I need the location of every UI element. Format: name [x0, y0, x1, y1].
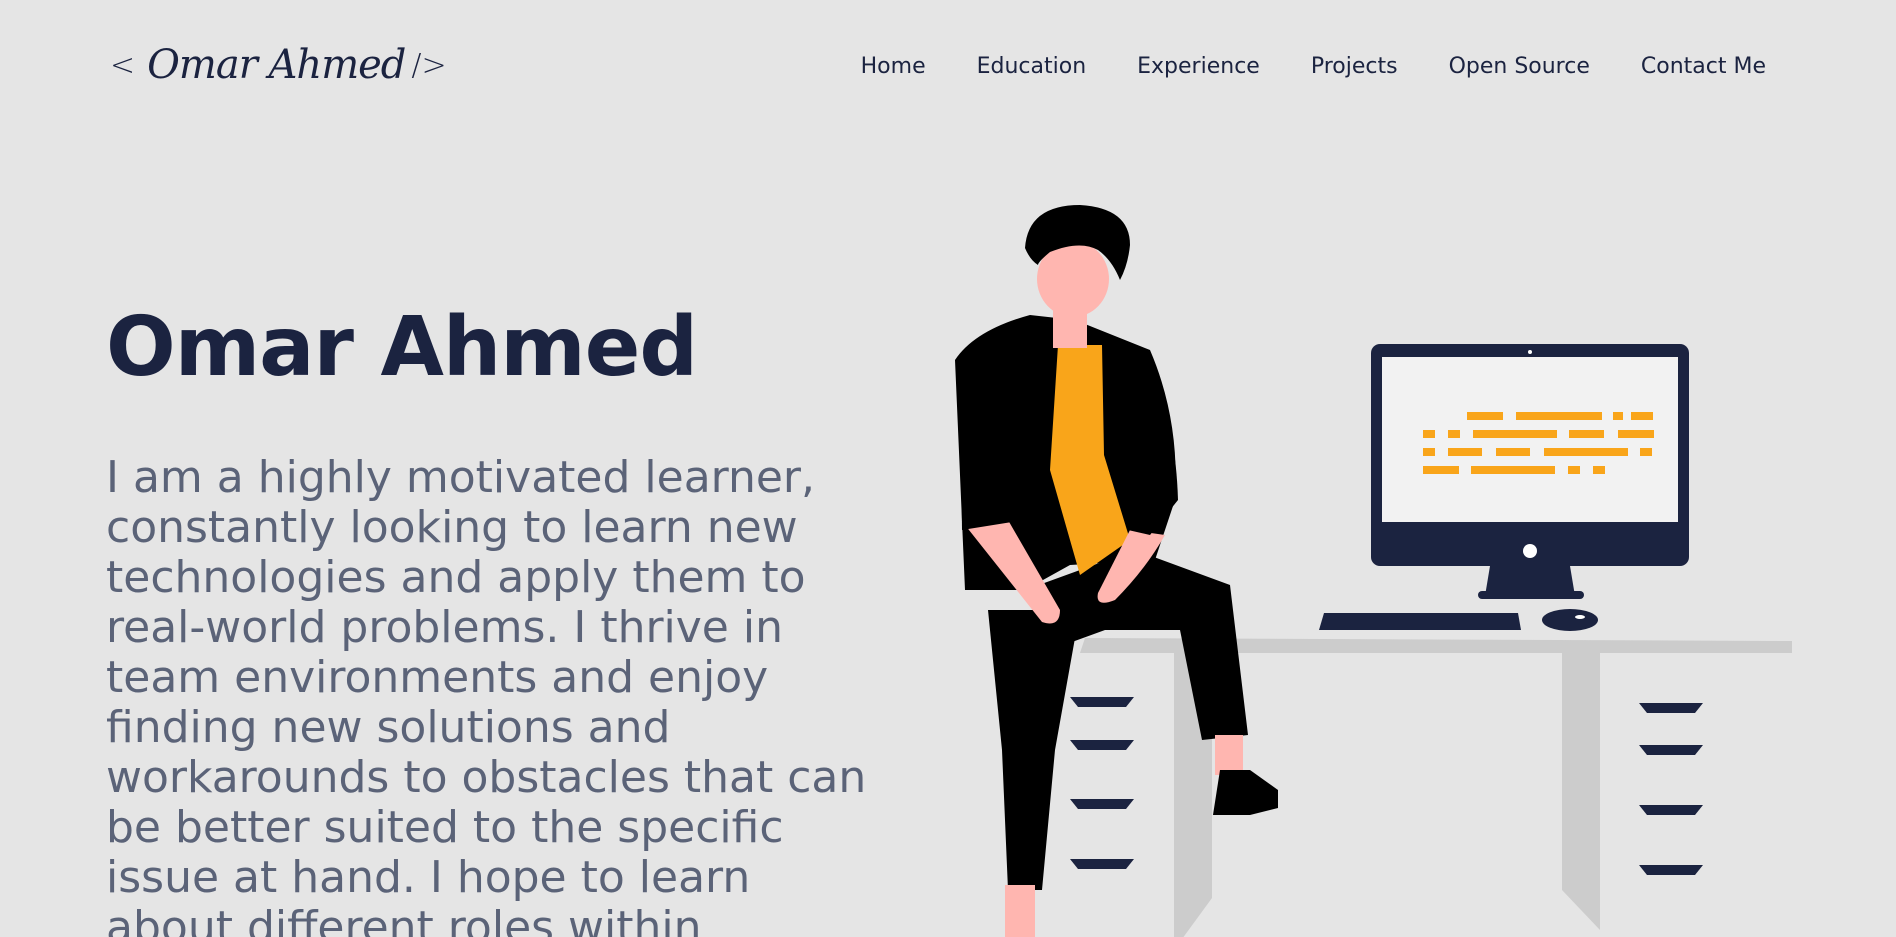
nav-education[interactable]: Education [977, 50, 1087, 84]
desk-leg-right [1562, 653, 1600, 930]
hero-title: Omar Ahmed [106, 300, 698, 395]
nav-experience[interactable]: Experience [1137, 50, 1260, 84]
drawer-handle [1070, 697, 1134, 707]
keyboard [1319, 613, 1521, 630]
logo-close-bracket: /> [411, 47, 447, 83]
monitor-camera [1528, 350, 1532, 354]
developer-at-desk-illustration [955, 205, 1792, 937]
monitor-base [1478, 591, 1584, 599]
main-nav: Home Education Experience Projects Open … [861, 50, 1766, 84]
logo-signature: Omar Ahmed [147, 42, 406, 88]
nav-home[interactable]: Home [861, 50, 926, 84]
hero-description: I am a highly motivated learner, constan… [106, 452, 867, 937]
drawer-handle [1639, 865, 1703, 875]
drawer-handle [1070, 740, 1134, 750]
nav-projects[interactable]: Projects [1311, 50, 1398, 84]
monitor-screen [1382, 357, 1678, 522]
logo-open-bracket: < [110, 47, 136, 83]
drawer-handle [1639, 805, 1703, 815]
logo-link[interactable]: < Omar Ahmed /> [110, 40, 447, 90]
mouse [1542, 609, 1598, 631]
person [955, 205, 1278, 937]
drawer-handle [1070, 859, 1134, 869]
page: < Omar Ahmed /> Home Education Experienc… [0, 0, 1896, 937]
drawer-handle [1070, 799, 1134, 809]
monitor-power-button [1523, 544, 1537, 558]
drawer-handle [1639, 745, 1703, 755]
nav-contact-me[interactable]: Contact Me [1641, 50, 1766, 84]
drawer-handle [1639, 703, 1703, 713]
nav-open-source[interactable]: Open Source [1449, 50, 1590, 84]
mouse-highlight [1575, 615, 1585, 619]
